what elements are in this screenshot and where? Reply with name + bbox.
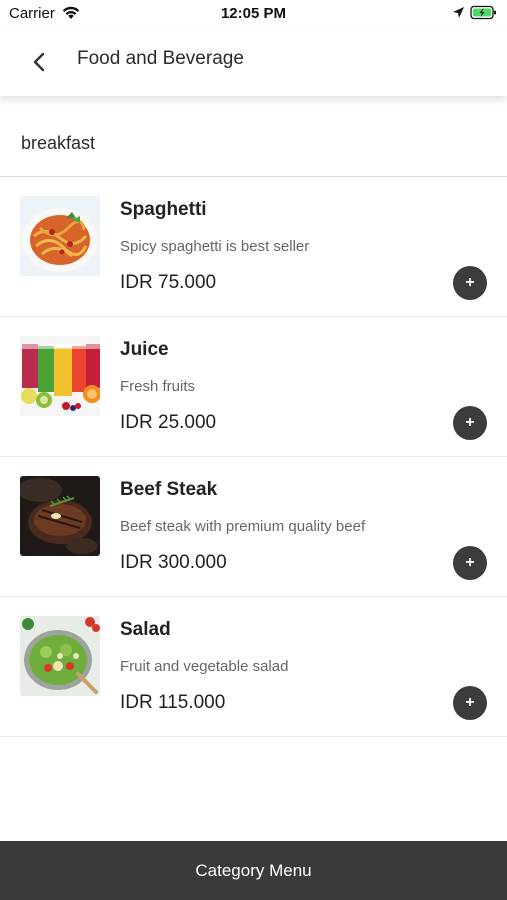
menu-list: Spaghetti Spicy spaghetti is best seller… [0, 177, 507, 737]
salad-image [20, 616, 100, 696]
juice-image [20, 336, 100, 416]
item-price: IDR 300.000 [120, 552, 227, 573]
add-to-cart-button[interactable]: + [453, 546, 487, 580]
status-time: 12:05 PM [220, 5, 287, 22]
plus-icon: + [465, 554, 475, 571]
add-to-cart-button[interactable]: + [453, 686, 487, 720]
category-menu-button[interactable]: Category Menu [0, 841, 507, 900]
item-price: IDR 25.000 [120, 412, 217, 433]
add-to-cart-button[interactable]: + [453, 406, 487, 440]
item-description: Fruit and vegetable salad [120, 658, 289, 675]
menu-item-beef-steak[interactable]: Beef Steak Beef steak with premium quali… [0, 457, 507, 597]
item-description: Fresh fruits [120, 378, 196, 395]
item-description: Spicy spaghetti is best seller [120, 238, 310, 255]
navigation-header: Food and Beverage [0, 28, 507, 96]
item-name: Salad [120, 619, 171, 640]
plus-icon: + [465, 414, 475, 431]
battery-charging-icon [470, 5, 496, 20]
plus-icon: + [465, 694, 475, 711]
add-to-cart-button[interactable]: + [453, 266, 487, 300]
beef-steak-image [20, 476, 100, 556]
page-title: Food and Beverage [77, 48, 244, 69]
item-name: Spaghetti [120, 199, 207, 220]
chevron-left-icon [33, 52, 45, 72]
menu-item-salad[interactable]: Salad Fruit and vegetable salad IDR 115.… [0, 597, 507, 737]
location-arrow-icon [453, 7, 464, 18]
item-description: Beef steak with premium quality beef [120, 518, 366, 535]
category-title: breakfast [21, 133, 96, 153]
plus-icon: + [465, 274, 475, 291]
menu-item-spaghetti[interactable]: Spaghetti Spicy spaghetti is best seller… [0, 177, 507, 317]
spaghetti-image [20, 196, 100, 276]
back-button[interactable] [22, 46, 56, 78]
category-menu-label: Category Menu [195, 860, 312, 880]
item-name: Beef Steak [120, 479, 218, 500]
menu-item-juice[interactable]: Juice Fresh fruits IDR 25.000 + [0, 317, 507, 457]
item-price: IDR 115.000 [120, 692, 226, 713]
item-name: Juice [120, 339, 169, 360]
status-bar: Carrier 12:05 PM [0, 0, 507, 28]
item-price: IDR 75.000 [120, 272, 217, 293]
